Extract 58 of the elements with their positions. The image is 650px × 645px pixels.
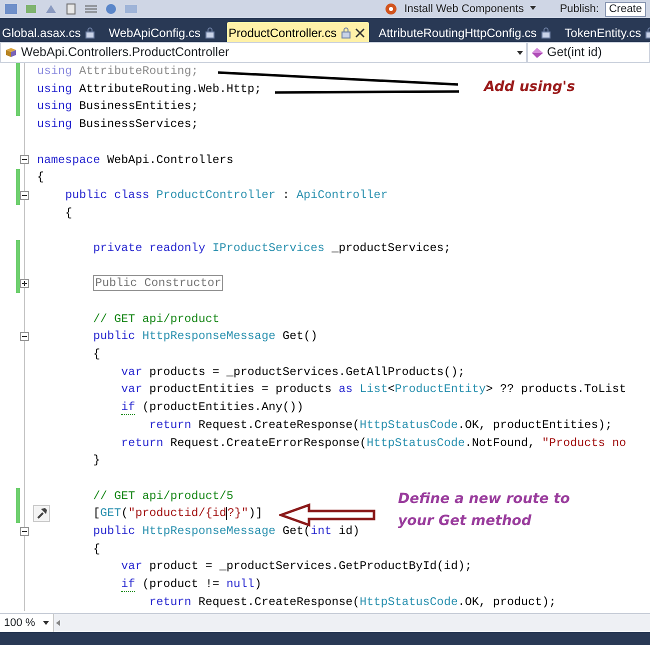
code-line: [GET("productid/{id?}")] (93, 505, 262, 522)
collapse-icon[interactable] (20, 190, 29, 200)
code-line: var productEntities = products as List<ProductEntity> ?? products.ToList (121, 381, 626, 398)
code-line: if (product != null) (121, 576, 262, 594)
lock-icon (340, 27, 351, 39)
lock-icon (84, 27, 95, 39)
collapse-icon[interactable] (20, 526, 29, 536)
code-line: using AttributeRouting; (37, 63, 198, 80)
code-line: using BusinessServices; (37, 116, 198, 134)
file-tab[interactable]: WebApiConfig.cs (106, 22, 219, 42)
annotation-note: Define a new route to your Get method (398, 490, 570, 531)
file-tab[interactable]: AttributeRoutingHttpConfig.cs (376, 22, 555, 42)
publish-field[interactable]: Create (604, 2, 646, 16)
code-line: } (93, 452, 100, 470)
code-line: { (65, 204, 72, 222)
wrench-icon[interactable] (33, 505, 50, 522)
file-tab[interactable]: Global.asax.cs (0, 22, 99, 42)
caret-icon (43, 621, 50, 625)
lock-icon (204, 27, 215, 39)
lock-icon (540, 27, 551, 39)
code-line: using AttributeRouting.Web.Http; (37, 80, 262, 98)
code-line: public HttpResponseMessage Get() (93, 328, 318, 346)
member-dropdown[interactable]: Get(int id) (527, 42, 650, 63)
toolbar-icon[interactable] (64, 3, 78, 15)
code-line: return Request.CreateErrorResponse(HttpStatusCode.NotFound, "Products no (121, 434, 626, 452)
zoom-dropdown[interactable]: 100 % (0, 614, 54, 632)
class-icon (4, 46, 18, 58)
code-line: return Request.CreateResponse(HttpStatusCode.OK, product); (149, 594, 556, 611)
code-line: using BusinessEntities; (37, 98, 198, 116)
code-line: public class ProductController : ApiController (65, 186, 388, 204)
code-line: // GET api/product/5 (93, 488, 234, 505)
close-icon[interactable] (354, 28, 365, 38)
code-line: namespace WebApi.Controllers (37, 152, 234, 168)
type-dropdown[interactable]: WebApi.Controllers.ProductController (0, 42, 527, 63)
code-line: { (93, 346, 100, 364)
annotation-note: Add using's (484, 78, 576, 97)
toolbar-icon[interactable] (104, 3, 118, 15)
file-tab[interactable]: ProductController.cs (226, 22, 369, 42)
code-line: public HttpResponseMessage Get(int id) (93, 522, 360, 540)
code-line: // GET api/product (93, 310, 220, 328)
install-button[interactable]: Install Web Components (404, 2, 524, 16)
caret-icon[interactable] (530, 6, 538, 12)
scroll-left-icon[interactable] (54, 619, 62, 627)
code-line: if (productEntities.Any()) (121, 399, 304, 417)
publish-label: Publish: (560, 2, 599, 16)
code-line: { (37, 169, 44, 186)
caret-icon (517, 50, 523, 54)
code-line: return Request.CreateResponse(HttpStatusCode.OK, productEntities); (149, 416, 612, 434)
collapse-icon[interactable] (20, 155, 29, 164)
code-line: var products = _productServices.GetAllProducts(); (121, 364, 465, 381)
method-icon (531, 46, 544, 58)
collapse-icon[interactable] (20, 332, 29, 342)
expand-icon[interactable] (20, 279, 29, 288)
file-tab[interactable]: TokenEntity.cs (562, 22, 650, 42)
code-line: var product = _productServices.GetProductById(id); (121, 558, 472, 576)
toolbar-icon[interactable] (84, 3, 98, 15)
code-line: private readonly IProductServices _productServices; (93, 240, 451, 257)
code-line: { (93, 540, 100, 558)
